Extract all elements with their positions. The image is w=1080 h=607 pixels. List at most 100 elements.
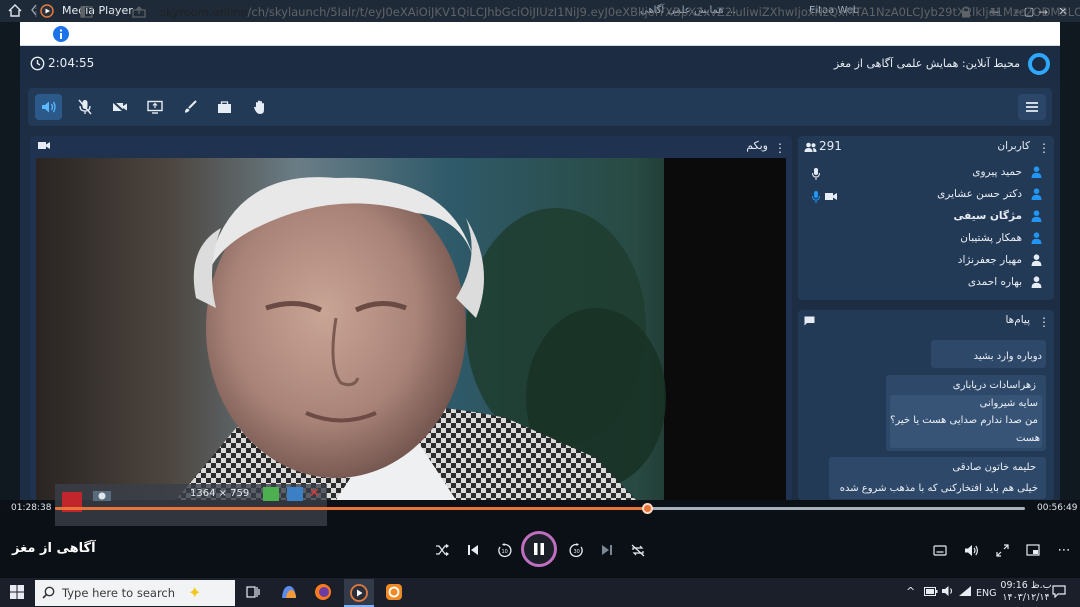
forward-30-icon[interactable]: 30 — [567, 541, 585, 559]
user-name: مژگان سیفی — [953, 210, 1023, 222]
recorder-close-icon[interactable]: ✕ — [309, 486, 320, 501]
whiteboard-brush-button[interactable] — [176, 94, 203, 120]
webcam-title: وبکم — [746, 139, 768, 152]
seek-progress — [55, 507, 647, 510]
speaker-tray-icon[interactable] — [941, 585, 955, 597]
speaker-video-frame — [36, 158, 786, 500]
tray-chevron-icon[interactable]: ^ — [906, 585, 915, 598]
chat-icon — [804, 316, 815, 326]
mic-active-icon — [812, 191, 820, 203]
user-row[interactable]: همکار پشتیبان — [804, 229, 1046, 249]
url-field[interactable]: skyroom.online/ch/skylaunch/5Ialr/t/eyJ0… — [160, 5, 1080, 19]
url-path: /ch/skylaunch/5Ialr/t/eyJ0eXAiOiJKV1QiLC… — [247, 5, 1080, 19]
reload-icon[interactable]: ↻ — [987, 4, 1003, 20]
users-group-icon — [804, 142, 817, 152]
message-text: سایه شیروانی — [979, 398, 1038, 409]
user-icon — [1031, 166, 1042, 178]
messages-options-icon[interactable]: ⋮ — [1038, 315, 1050, 329]
seek-handle[interactable] — [642, 503, 653, 514]
user-name: دکتر حسن عشایری — [937, 188, 1022, 200]
battery-icon — [924, 587, 938, 596]
message-text: من صدا ندارم صدایی هست یا خیر؟ — [890, 415, 1038, 426]
info-icon[interactable] — [52, 25, 70, 43]
search-placeholder: Type here to search — [62, 586, 176, 600]
next-icon[interactable] — [598, 541, 616, 559]
sparkle-icon: ✦ — [188, 583, 202, 602]
camera-icon — [825, 192, 837, 201]
message-text: خیلی هم باید افتخارکنی که با مذهب شروع ش… — [839, 483, 1038, 494]
kebab-menu-icon[interactable]: ⋮ — [28, 4, 44, 20]
green-window-icon[interactable] — [263, 487, 279, 501]
user-name: حمید پیروی — [972, 166, 1022, 178]
volume-icon[interactable] — [962, 541, 980, 559]
previous-icon[interactable] — [464, 541, 482, 559]
message-author: زهراسادات دریاباری — [952, 380, 1036, 391]
files-button[interactable] — [211, 94, 238, 120]
home-icon[interactable] — [8, 4, 22, 17]
webcam-options-icon[interactable]: ⋮ — [774, 141, 786, 155]
message-text: دوباره وارد بشید — [973, 351, 1042, 362]
webcam-video[interactable] — [36, 158, 786, 500]
address-bar — [20, 22, 1060, 46]
raise-hand-button[interactable] — [246, 94, 273, 120]
user-row[interactable]: بهاره احمدی — [804, 273, 1046, 293]
shuffle-icon[interactable] — [433, 541, 451, 559]
fullscreen-icon[interactable] — [993, 541, 1011, 559]
captions-icon[interactable] — [931, 541, 949, 559]
mic-muted-button[interactable] — [71, 94, 98, 120]
url-host: skyroom.online — [160, 5, 248, 19]
rewind-10-icon[interactable]: 10 — [495, 541, 513, 559]
user-icon — [1031, 232, 1042, 244]
pause-button[interactable] — [521, 531, 557, 567]
camera-snapshot-icon[interactable] — [92, 488, 112, 502]
user-icon — [1031, 210, 1042, 222]
copilot-icon[interactable] — [280, 584, 298, 600]
nav-forward-icon[interactable]: → — [1035, 4, 1051, 20]
clock-time: 09:16 ب.ظ — [1000, 580, 1052, 591]
language-indicator[interactable]: ENG — [976, 588, 996, 599]
miniplayer-icon[interactable] — [1024, 541, 1042, 559]
user-name: همکار پشتیبان — [960, 232, 1022, 244]
video-camera-icon — [38, 141, 50, 150]
nav-back-icon[interactable]: ← — [1011, 4, 1027, 20]
task-view-icon[interactable] — [246, 585, 260, 599]
user-row[interactable]: مهیار جعفرنژاد — [804, 251, 1046, 271]
user-icon — [1031, 254, 1042, 266]
camera-off-button[interactable] — [106, 94, 133, 120]
messages-title: پیام‌ها — [1005, 314, 1030, 326]
eitaa-icon[interactable] — [385, 583, 403, 601]
track-title: آگاهی از مغز — [12, 541, 96, 556]
lock-icon[interactable] — [958, 4, 974, 20]
user-icon — [1031, 188, 1042, 200]
clock-date: ۱۴۰۳/۱۲/۱۴ — [1002, 592, 1050, 603]
svg-text:10: 10 — [501, 549, 507, 555]
skyroom-logo-icon — [1028, 53, 1050, 75]
mic-icon — [812, 168, 820, 180]
current-time: 01:28:38 — [11, 503, 52, 513]
user-row[interactable]: حمید پیروی — [804, 163, 1046, 183]
bookmark-star-icon[interactable]: ☆ — [107, 4, 123, 20]
notifications-icon[interactable] — [1052, 585, 1066, 598]
blue-window-icon[interactable] — [287, 487, 303, 501]
more-options-icon[interactable]: ⋯ — [1055, 541, 1073, 559]
screen-share-button[interactable] — [141, 94, 168, 120]
elapsed-time: 2:04:55 — [48, 56, 95, 70]
speaker-button[interactable] — [35, 94, 62, 120]
firefox-icon[interactable] — [314, 583, 332, 601]
message-author: حلیمه خاتون صادقی — [952, 462, 1036, 473]
user-icon — [1031, 276, 1042, 288]
users-count: 291 — [819, 139, 842, 153]
windows-start-icon[interactable] — [10, 585, 24, 599]
taskbar-clock[interactable]: 09:16 ب.ظ ۱۴۰۳/۱۲/۱۴ — [1000, 580, 1052, 604]
user-row[interactable]: مژگان سیفی — [804, 207, 1046, 227]
users-options-icon[interactable]: ⋮ — [1038, 141, 1050, 155]
wifi-icon[interactable] — [958, 585, 972, 597]
media-player-taskbar-button[interactable] — [344, 579, 374, 607]
user-name: مهیار جعفرنژاد — [957, 254, 1022, 266]
user-row[interactable]: دکتر حسن عشایری — [804, 185, 1046, 205]
search-icon — [42, 586, 55, 599]
hamburger-menu-button[interactable] — [1018, 94, 1046, 120]
sidebar-icon[interactable] — [78, 4, 94, 20]
repeat-off-icon[interactable] — [629, 541, 647, 559]
share-icon[interactable] — [131, 4, 147, 20]
